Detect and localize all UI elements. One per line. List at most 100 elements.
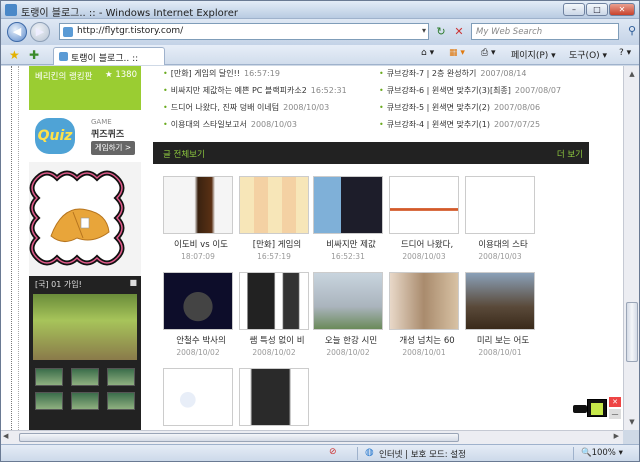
maximize-button[interactable]: □: [586, 3, 608, 16]
tab-blog[interactable]: 토랭이 블로그.. ::: [53, 47, 165, 65]
scroll-down-button[interactable]: ▼: [624, 414, 639, 430]
post-card[interactable]: [만화] 게임의 16:57:19: [239, 176, 309, 266]
add-favorites-icon[interactable]: ✚: [29, 48, 39, 62]
card-thumbnail[interactable]: [389, 272, 459, 330]
play-game-button[interactable]: 게임하기 >: [91, 141, 135, 155]
horizontal-scroll-thumb[interactable]: [19, 433, 459, 442]
post-card[interactable]: [163, 368, 233, 430]
gadget-close-icon[interactable]: ✕: [609, 397, 621, 407]
chevron-down-icon[interactable]: ▾: [422, 26, 426, 35]
gadget-handle[interactable]: [573, 405, 587, 413]
post-link[interactable]: • 큐브강좌-7 | 2층 완성하기 2007/08/14: [379, 68, 526, 79]
card-date: 2008/10/02: [326, 348, 370, 357]
post-card[interactable]: 이도비 vs 이도 18:07:09: [163, 176, 233, 266]
card-thumbnail[interactable]: [239, 176, 309, 234]
post-link[interactable]: • 큐브강좌-5 | 윈색면 맞추기(2) 2007/08/06: [379, 102, 540, 113]
more-link[interactable]: 더 보기: [557, 148, 583, 160]
fortune-cookie-widget[interactable]: [23, 164, 131, 272]
post-card[interactable]: 비싸지만 제값 16:52:31: [313, 176, 383, 266]
post-card[interactable]: 미리 보는 어도 2008/10/01: [465, 272, 535, 362]
card-title[interactable]: 미리 보는 어도: [465, 334, 541, 346]
featured-photo[interactable]: [33, 294, 137, 360]
globe-icon: ◍: [365, 447, 374, 458]
post-link[interactable]: • 비싸지만 제값하는 예쁜 PC 블랙피카소2 16:52:31: [163, 85, 347, 96]
thumb-3[interactable]: [107, 368, 135, 386]
thumb-4[interactable]: [35, 392, 63, 410]
card-date: 16:57:19: [257, 252, 291, 261]
card-title[interactable]: [만화] 게임의: [239, 238, 315, 250]
browser-window: 토랭이 블로그.. :: - Windows Internet Explorer…: [0, 0, 640, 462]
horizontal-scrollbar[interactable]: ◀ ▶: [1, 430, 623, 444]
home-button[interactable]: ⌂ ▾: [421, 48, 434, 58]
feeds-button[interactable]: ▦ ▾: [449, 48, 465, 58]
card-title[interactable]: 드디어 나왔다,: [389, 238, 465, 250]
back-button[interactable]: ◀: [7, 22, 27, 42]
address-url[interactable]: http://flytgr.tistory.com/: [77, 26, 183, 36]
thumb-1[interactable]: [35, 368, 63, 386]
page-icon: [63, 27, 73, 37]
card-thumbnail[interactable]: [163, 176, 233, 234]
card-thumbnail[interactable]: [163, 368, 233, 426]
scroll-up-button[interactable]: ▲: [624, 66, 639, 82]
card-title[interactable]: 비싸지만 제값: [313, 238, 389, 250]
gadget-options-icon[interactable]: —: [609, 409, 621, 419]
refresh-icon[interactable]: ↻: [433, 24, 449, 40]
thumb-5[interactable]: [71, 392, 99, 410]
forward-button[interactable]: ▶: [30, 22, 50, 42]
card-thumbnail[interactable]: [465, 272, 535, 330]
thumb-6[interactable]: [107, 392, 135, 410]
post-card[interactable]: 이용대의 스타 2008/10/03: [465, 176, 535, 266]
page-menu[interactable]: 페이지(P) ▾: [511, 48, 556, 61]
post-link[interactable]: • 이용대의 스타일보고서 2008/10/03: [163, 119, 297, 130]
favorites-star-icon[interactable]: ★: [9, 48, 20, 62]
card-title[interactable]: 오늘 한강 시민: [313, 334, 389, 346]
post-card[interactable]: 쌤 특성 없이 비 2008/10/02: [239, 272, 309, 362]
card-thumbnail[interactable]: [313, 272, 383, 330]
post-card[interactable]: 오늘 한강 시민 2008/10/02: [313, 272, 383, 362]
quiz-logo[interactable]: Quiz: [35, 118, 75, 154]
page-content: 베리킨의 랭킹판 ★ 1380 Quiz GAME 퀴즈퀴즈 게임하기 > [국…: [1, 66, 623, 430]
card-title[interactable]: 쌤 특성 없이 비: [239, 334, 315, 346]
address-bar[interactable]: http://flytgr.tistory.com/ ▾: [59, 23, 429, 40]
card-thumbnail[interactable]: [163, 272, 233, 330]
close-button[interactable]: ✕: [609, 3, 635, 16]
card-title[interactable]: 이용대의 스타: [465, 238, 541, 250]
security-zone[interactable]: 인터넷 | 보호 모드: 설정: [379, 448, 466, 460]
minimize-button[interactable]: –: [563, 3, 585, 16]
search-box[interactable]: My Web Search ⚲: [471, 23, 636, 40]
widget-menu-icon[interactable]: ■: [129, 278, 137, 287]
post-card[interactable]: [239, 368, 309, 430]
card-thumbnail[interactable]: [239, 368, 309, 426]
security-icon[interactable]: ⊘: [329, 447, 337, 457]
status-bar: ⊘ ◍ 인터넷 | 보호 모드: 설정 🔍100% ▾: [1, 444, 639, 461]
card-title[interactable]: 개성 넘치는 60: [389, 334, 465, 346]
card-title[interactable]: 이도비 vs 이도: [163, 238, 239, 250]
card-thumbnail[interactable]: [313, 176, 383, 234]
tools-menu[interactable]: 도구(O) ▾: [569, 48, 607, 61]
stop-icon[interactable]: ✕: [451, 24, 467, 40]
post-link[interactable]: • 큐브강좌-6 | 윈색면 맞추기(3)[최종] 2007/08/07: [379, 85, 561, 96]
post-link[interactable]: • 드디어 나왔다, 진짜 덩배 이네텀 2008/10/03: [163, 102, 329, 113]
sidebar-gadget[interactable]: ✕ —: [573, 393, 625, 423]
post-card[interactable]: 개성 넘치는 60 2008/10/01: [389, 272, 459, 362]
thumb-2[interactable]: [71, 368, 99, 386]
post-card[interactable]: 안철수 박사의 2008/10/02: [163, 272, 233, 362]
zoom-level[interactable]: 🔍100% ▾: [581, 448, 623, 458]
post-card[interactable]: 드디어 나왔다, 2008/10/03: [389, 176, 459, 266]
vertical-scroll-thumb[interactable]: [626, 302, 638, 362]
card-thumbnail[interactable]: [389, 176, 459, 234]
card-thumbnail[interactable]: [239, 272, 309, 330]
search-placeholder: My Web Search: [476, 27, 543, 37]
card-thumbnail[interactable]: [465, 176, 535, 234]
vertical-scrollbar[interactable]: ▲ ▼: [623, 66, 639, 430]
scroll-right-button[interactable]: ▶: [614, 432, 619, 440]
post-link[interactable]: • [만화] 게임의 달인!! 16:57:19: [163, 68, 280, 79]
post-link[interactable]: • 큐브강좌-4 | 윈색면 맞추기(1) 2007/07/25: [379, 119, 540, 130]
search-icon[interactable]: ⚲: [628, 24, 636, 37]
card-title[interactable]: 안철수 박사의: [163, 334, 239, 346]
navigation-bar: ◀ ▶ http://flytgr.tistory.com/ ▾ ↻ ✕ My …: [1, 19, 639, 45]
status-divider: [357, 447, 358, 460]
help-menu[interactable]: ? ▾: [619, 48, 631, 58]
scroll-left-button[interactable]: ◀: [3, 432, 8, 440]
print-button[interactable]: ⎙ ▾: [481, 48, 496, 58]
